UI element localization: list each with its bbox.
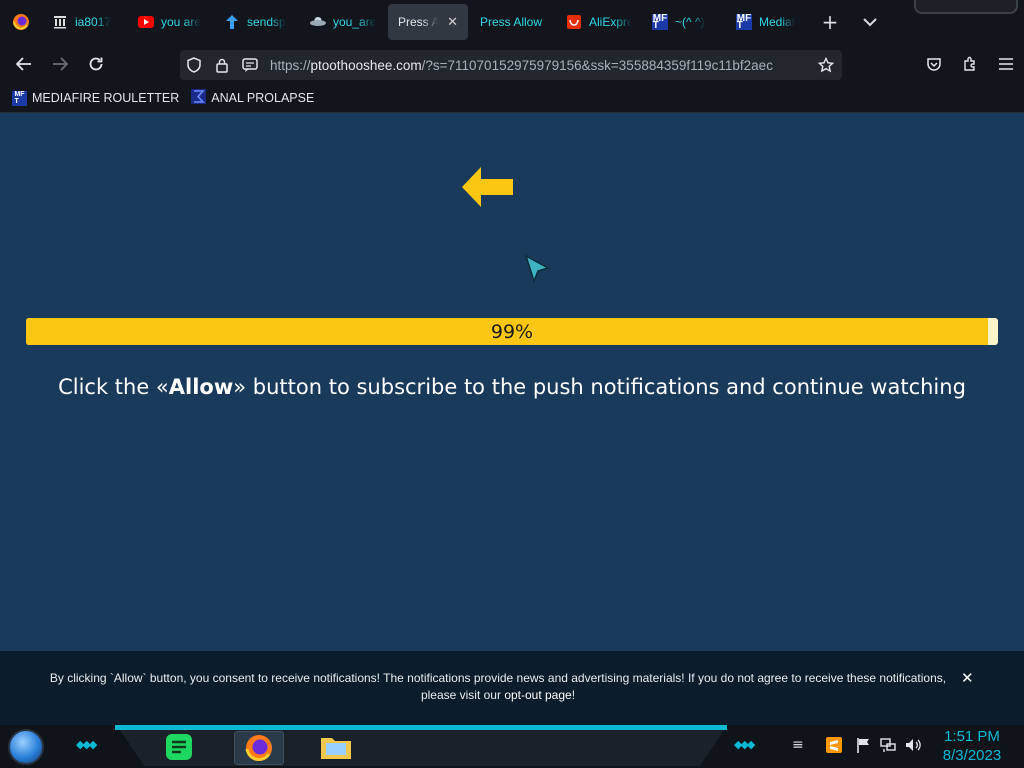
tab-press-allow-active[interactable]: Press Allo ✕ xyxy=(388,4,468,40)
chevron-down-icon[interactable] xyxy=(850,4,890,40)
chevron-decoration-icon: ◆◆◆ xyxy=(734,738,755,751)
lock-icon[interactable] xyxy=(208,50,236,80)
forward-icon[interactable] xyxy=(42,46,78,82)
taskbar-dock xyxy=(120,730,724,766)
tab-press-allow[interactable]: Press Allow xyxy=(470,4,556,40)
consent-text: By clicking `Allow` button, you consent … xyxy=(36,670,960,704)
network-icon[interactable] xyxy=(880,737,896,757)
headline-allow: Allow xyxy=(168,375,234,399)
close-tab-icon[interactable]: ✕ xyxy=(447,14,458,30)
tab-youtube[interactable]: you are xyxy=(128,4,214,40)
taskbar: ◆◆◆ ◆◆◆ ≡ 1:51 PM 8/3/2023 xyxy=(0,725,1024,768)
mouse-cursor-icon xyxy=(524,254,550,284)
chevron-decoration-icon: ◆◆◆ xyxy=(76,738,97,751)
tab-sendspace[interactable]: sendsp xyxy=(214,4,300,40)
tab-title: you_are xyxy=(333,15,376,29)
bookmarks-toolbar: MF T MEDIAFIRE ROULETTER ANAL PROLAPSE xyxy=(0,84,1024,113)
arrow-left-icon xyxy=(462,167,513,207)
opt-out-link[interactable]: opt-out page xyxy=(504,688,571,702)
start-button[interactable] xyxy=(8,729,44,765)
bookmark-label: MEDIAFIRE ROULETTER xyxy=(32,91,180,105)
back-icon[interactable] xyxy=(6,46,42,82)
mediafire-icon: MF T xyxy=(736,13,752,31)
firefox-menu-icon[interactable] xyxy=(0,0,42,44)
flag-icon[interactable] xyxy=(856,737,870,757)
archive-icon xyxy=(52,14,68,30)
headline-pre: Click the « xyxy=(58,375,169,399)
url-bar[interactable]: https://ptoothooshee.com/?s=711070152975… xyxy=(180,50,842,80)
consent-after: ! xyxy=(571,688,576,702)
aliexpress-icon xyxy=(566,14,582,30)
tab-title: ia8017 xyxy=(75,15,112,29)
tab-ufo[interactable]: you_are xyxy=(300,4,386,40)
close-icon[interactable]: ✕ xyxy=(961,669,974,687)
page-content: 99% Click the «Allow» button to subscrib… xyxy=(0,113,1024,651)
clock-date: 8/3/2023 xyxy=(942,747,1002,764)
bookmark-anal-prolapse[interactable]: ANAL PROLAPSE xyxy=(185,89,320,107)
window-frame-decoration xyxy=(914,0,1018,14)
tab-title: ~(^ ^) xyxy=(675,15,705,29)
sublime-text-icon[interactable] xyxy=(826,737,842,757)
tab-title: Mediaf xyxy=(759,15,796,29)
notes-app-icon[interactable] xyxy=(163,731,195,763)
new-tab-icon[interactable]: + xyxy=(810,4,850,40)
permissions-icon[interactable] xyxy=(236,50,264,80)
firefox-app-icon[interactable] xyxy=(234,731,284,765)
tab-aliexpress[interactable]: AliExpre xyxy=(556,4,642,40)
volume-icon[interactable] xyxy=(905,737,921,757)
extensions-icon[interactable] xyxy=(952,46,988,82)
file-explorer-icon[interactable] xyxy=(320,731,352,763)
tab-title: Press Allo xyxy=(398,15,439,29)
tab-mediafire-1[interactable]: MF T ~(^ ^) xyxy=(642,4,726,40)
bookmark-mediafire-rouletter[interactable]: MF T MEDIAFIRE ROULETTER xyxy=(0,90,185,106)
tab-archive[interactable]: ia8017 xyxy=(42,4,128,40)
mediafire-icon: MF T xyxy=(12,90,27,106)
consent-banner: By clicking `Allow` button, you consent … xyxy=(0,651,1024,725)
shield-icon[interactable] xyxy=(180,50,208,80)
tab-mediafire-2[interactable]: MF T Mediaf xyxy=(726,4,810,40)
sigma-icon xyxy=(191,89,207,107)
tab-bar: ia8017 you are sendsp you_are Press Allo… xyxy=(0,0,1024,44)
mediafire-icon: MF T xyxy=(652,13,668,31)
url-host: ptoothooshee.com xyxy=(310,57,422,73)
taskbar-decoration xyxy=(115,725,727,730)
progress-bar: 99% xyxy=(26,318,998,345)
progress-label: 99% xyxy=(490,320,534,343)
task-view-icon[interactable]: ≡ xyxy=(792,737,804,753)
youtube-icon xyxy=(138,14,154,30)
consent-message: By clicking `Allow` button, you consent … xyxy=(49,671,947,702)
tab-title: AliExpre xyxy=(589,15,632,29)
clock-time: 1:51 PM xyxy=(944,728,1000,745)
url-prefix: https:// xyxy=(270,57,311,73)
upload-icon xyxy=(224,14,240,30)
hamburger-menu-icon[interactable] xyxy=(988,46,1024,82)
reload-icon[interactable] xyxy=(78,46,114,82)
tab-title: sendsp xyxy=(247,15,286,29)
tab-title: Press Allow xyxy=(480,15,543,29)
bookmark-star-icon[interactable] xyxy=(812,50,840,80)
pocket-icon[interactable] xyxy=(916,46,952,82)
bookmark-label: ANAL PROLAPSE xyxy=(211,91,315,105)
url-text[interactable]: https://ptoothooshee.com/?s=711070152975… xyxy=(270,58,810,73)
headline-post: » button to subscribe to the push notifi… xyxy=(233,375,966,399)
tab-title: you are xyxy=(161,15,202,29)
url-path: /?s=711070152975979156&ssk=355884359f119… xyxy=(421,57,773,73)
navigation-bar: https://ptoothooshee.com/?s=711070152975… xyxy=(0,44,1024,84)
headline: Click the «Allow» button to subscribe to… xyxy=(0,375,1024,399)
ufo-icon xyxy=(310,14,326,30)
toolbar-right xyxy=(916,44,1024,84)
system-clock[interactable]: 1:51 PM 8/3/2023 xyxy=(930,727,1014,765)
